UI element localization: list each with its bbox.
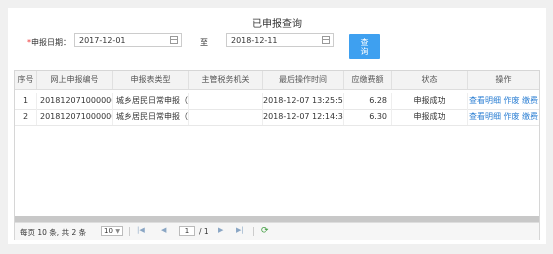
grid-header: 序号 网上申报编号 申报表类型 主管税务机关 最后操作时间 应缴费额 状态 操作: [15, 71, 539, 90]
page-title: 已申报查询: [252, 19, 302, 30]
row-type: 城乡居民日常申报（...: [113, 109, 189, 125]
last-page-icon[interactable]: ▶|: [236, 226, 244, 234]
page-size-select[interactable]: 10 ▼: [101, 226, 123, 236]
view-detail-link[interactable]: 查看明细: [469, 112, 501, 121]
first-page-icon[interactable]: |◀: [137, 226, 145, 234]
void-link[interactable]: 作废: [504, 112, 520, 121]
col-authority[interactable]: 主管税务机关: [189, 71, 263, 89]
row-amount: 6.28: [344, 93, 392, 109]
row-number: 201812071000000...: [37, 109, 113, 125]
page-size-value: 10: [104, 227, 113, 235]
row-authority: [189, 109, 263, 125]
pagination-bar: 每页 10 条, 共 2 条 10 ▼ |◀ ◀ 1 / 1 ▶ ▶| ⟳: [15, 222, 539, 240]
row-actions: 查看明细 作废 缴费: [468, 109, 539, 125]
row-authority: [189, 93, 263, 109]
row-actions: 查看明细 作废 缴费: [468, 93, 539, 109]
table-row[interactable]: 2 201812071000000... 城乡居民日常申报（... 2018-1…: [15, 109, 539, 126]
end-date-value: 2018-12-11: [231, 36, 278, 45]
col-type[interactable]: 申报表类型: [113, 71, 189, 89]
calendar-icon[interactable]: [322, 36, 330, 44]
row-number: 201812071000000...: [37, 93, 113, 109]
page-number-input[interactable]: 1: [179, 226, 195, 236]
row-amount: 6.30: [344, 109, 392, 125]
query-panel: 已申报查询 *申报日期： 2017-12-01 至 2018-12-11 查 询…: [8, 8, 546, 244]
date-label: *申报日期：: [27, 37, 71, 48]
query-button-line1: 查: [360, 38, 369, 47]
row-status: 申报成功: [392, 109, 468, 125]
end-date-input[interactable]: 2018-12-11: [226, 33, 334, 47]
calendar-icon[interactable]: [170, 36, 178, 44]
row-time: 2018-12-07 12:14:34: [263, 109, 344, 125]
query-button[interactable]: 查 询: [349, 34, 380, 59]
divider: [253, 227, 254, 236]
results-grid: 序号 网上申报编号 申报表类型 主管税务机关 最后操作时间 应缴费额 状态 操作…: [14, 70, 540, 240]
divider: [129, 227, 130, 236]
page-total: / 1: [199, 227, 209, 236]
void-link[interactable]: 作废: [504, 96, 520, 105]
prev-page-icon[interactable]: ◀: [161, 226, 166, 234]
col-index[interactable]: 序号: [15, 71, 37, 89]
col-number[interactable]: 网上申报编号: [37, 71, 113, 89]
row-index: 1: [15, 93, 37, 109]
row-type: 城乡居民日常申报（...: [113, 93, 189, 109]
row-time: 2018-12-07 13:25:57: [263, 93, 344, 109]
row-index: 2: [15, 109, 37, 125]
query-button-line2: 询: [360, 47, 369, 56]
date-label-text: 申报日期：: [31, 38, 71, 47]
start-date-value: 2017-12-01: [79, 36, 126, 45]
next-page-icon[interactable]: ▶: [218, 226, 223, 234]
col-actions: 操作: [495, 75, 512, 84]
pay-link[interactable]: 缴费: [522, 112, 538, 121]
chevron-down-icon: ▼: [115, 228, 120, 235]
col-status[interactable]: 状态: [392, 71, 468, 89]
col-amount[interactable]: 应缴费额: [344, 71, 392, 89]
pay-link[interactable]: 缴费: [522, 96, 538, 105]
row-status: 申报成功: [392, 93, 468, 109]
table-row[interactable]: 1 201812071000000... 城乡居民日常申报（... 2018-1…: [15, 93, 539, 110]
col-time[interactable]: 最后操作时间: [263, 71, 344, 89]
view-detail-link[interactable]: 查看明细: [469, 96, 501, 105]
to-label: 至: [200, 38, 208, 47]
refresh-icon[interactable]: ⟳: [261, 226, 269, 236]
pager-summary: 每页 10 条, 共 2 条: [20, 228, 87, 237]
start-date-input[interactable]: 2017-12-01: [74, 33, 182, 47]
